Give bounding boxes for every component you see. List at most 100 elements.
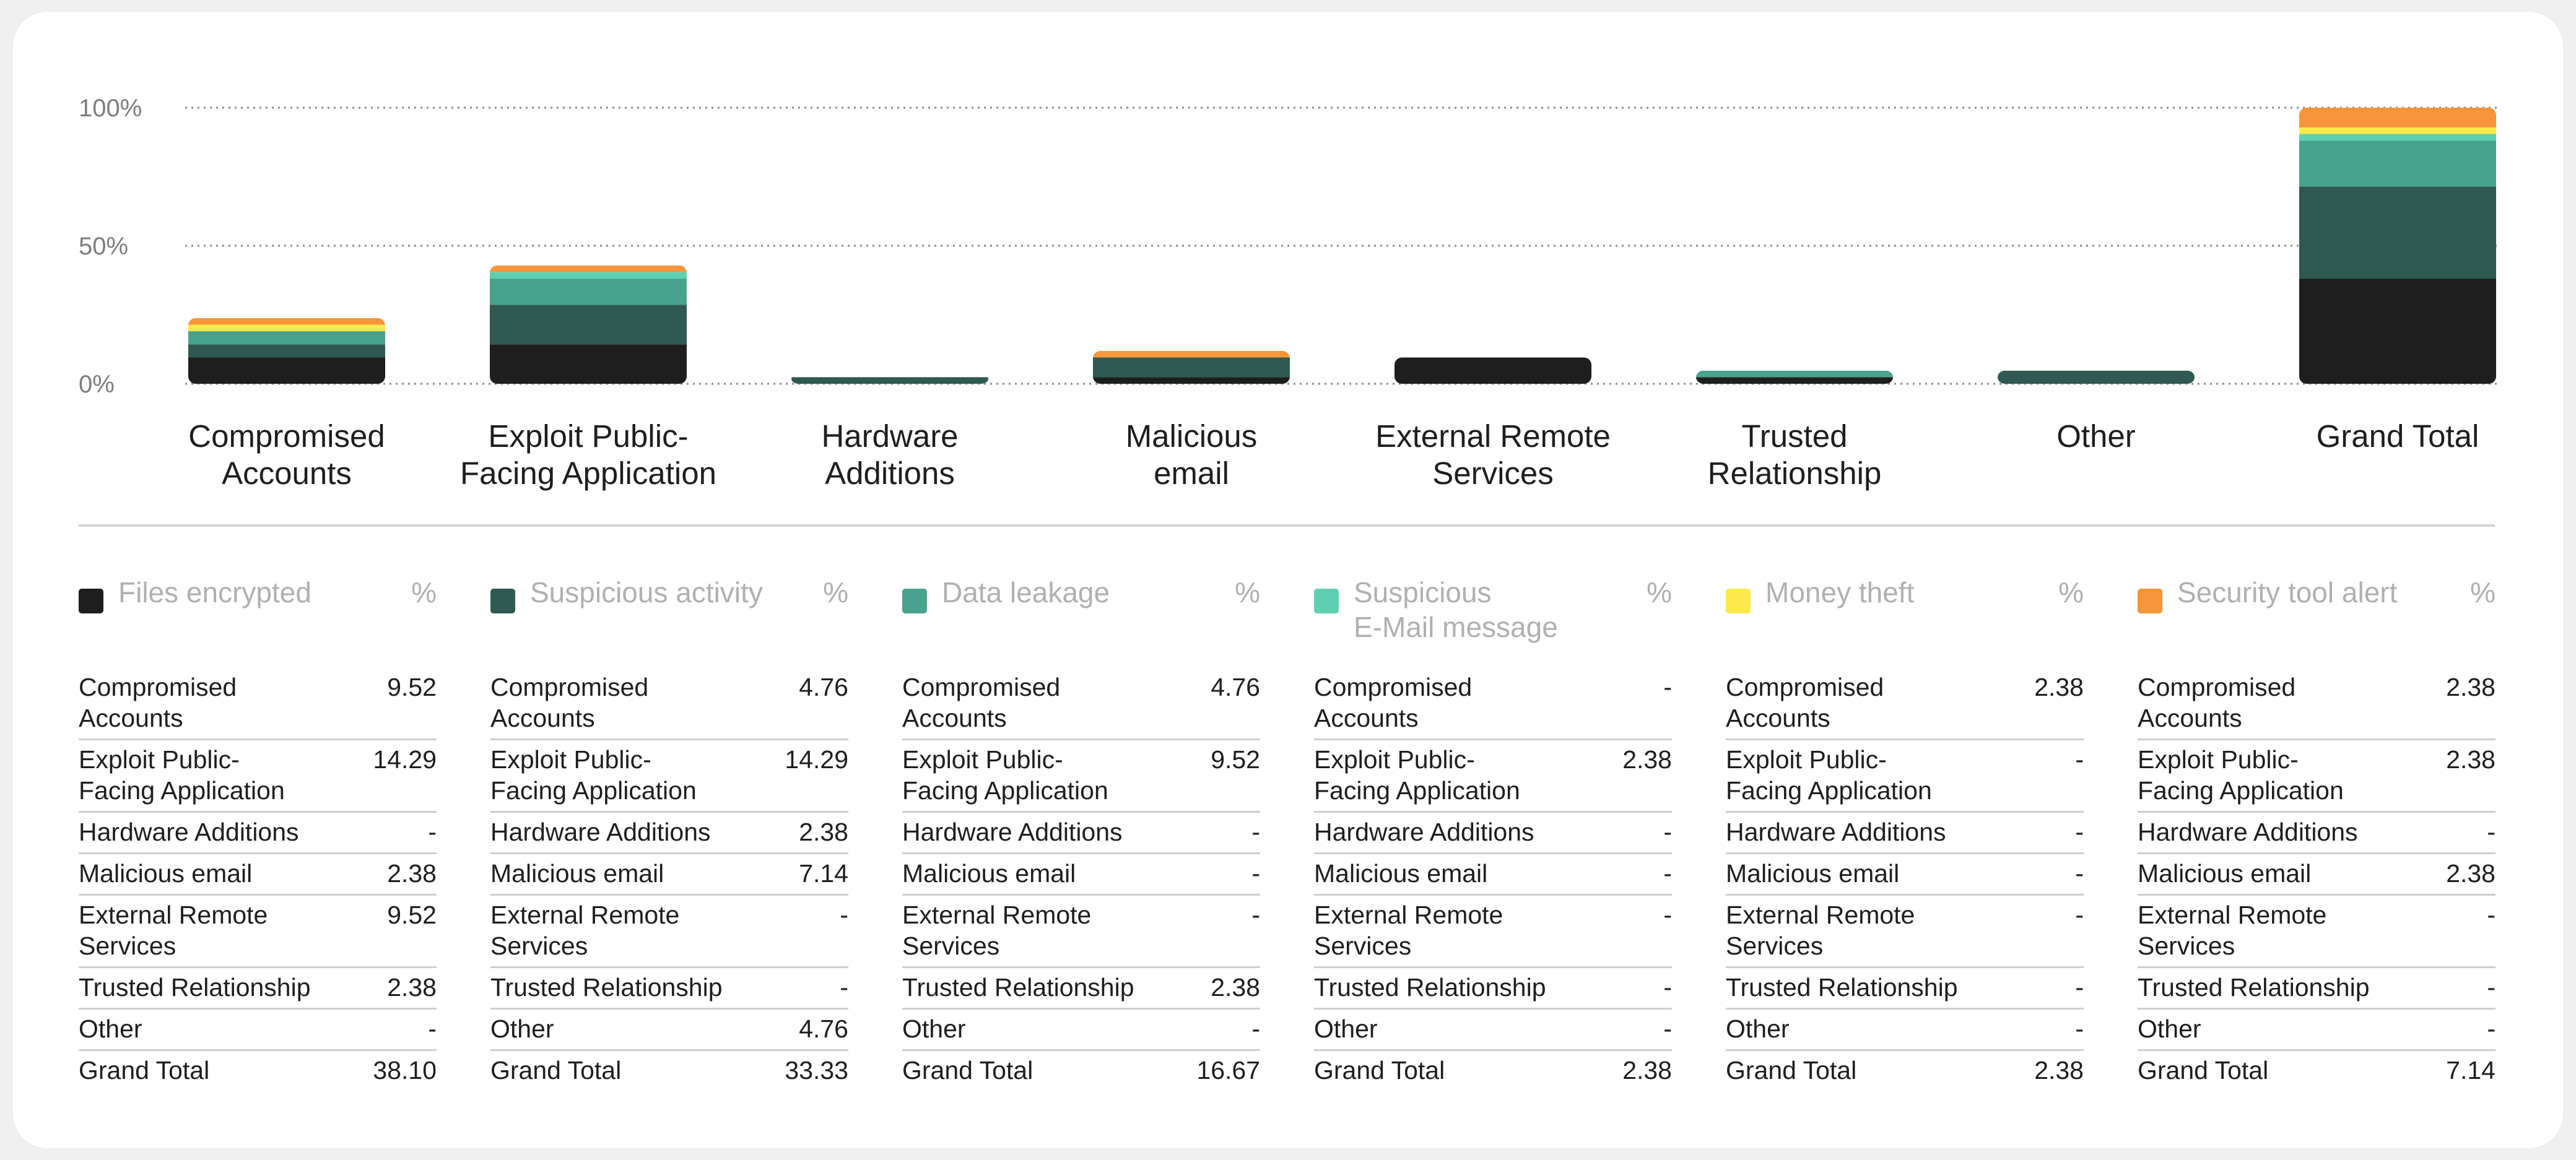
table-column: Security tool alert% Compromised Accounts… xyxy=(2138,575,2496,1091)
legend-swatch xyxy=(902,589,927,613)
row-value: - xyxy=(1251,901,1260,929)
row-label: Malicious email xyxy=(1314,859,1488,888)
row-value: 7.14 xyxy=(2446,1056,2496,1084)
table-row: Grand Total 2.38 xyxy=(1314,1049,1672,1091)
row-value: 2.38 xyxy=(799,818,848,846)
table-row: External Remote Services - xyxy=(1726,894,2084,966)
table-row: Exploit Public- Facing Application 14.29 xyxy=(490,738,848,811)
divider xyxy=(79,524,2495,527)
column-header: Files encrypted% xyxy=(79,575,437,668)
row-value: - xyxy=(2487,901,2496,929)
row-value: - xyxy=(1663,859,1672,888)
x-tick-label-line: Services xyxy=(1432,456,1554,491)
row-value: - xyxy=(840,973,848,1002)
row-label: Other xyxy=(2138,1015,2201,1043)
bar-segment xyxy=(791,377,988,384)
column-header: Suspicious activity% xyxy=(490,575,848,668)
bar-segment xyxy=(2299,279,2496,384)
row-value: - xyxy=(1663,673,1672,701)
bar-segment xyxy=(1696,370,1893,378)
bar-segment xyxy=(1696,377,1893,384)
x-tick-label-line: Trusted xyxy=(1741,418,1847,454)
row-label: Hardware Additions xyxy=(2138,818,2358,846)
column-rows: Compromised Accounts 4.76 Exploit Public- … xyxy=(902,668,1260,1091)
row-value: 2.38 xyxy=(387,859,437,888)
bar xyxy=(1395,357,1591,384)
bar-segment xyxy=(490,305,687,345)
row-label: Compromised Accounts xyxy=(2138,673,2296,732)
bar-segment xyxy=(1093,377,1290,384)
legend-swatch xyxy=(79,589,103,613)
row-label: Other xyxy=(79,1015,142,1043)
row-label: Trusted Relationship xyxy=(1726,973,1958,1002)
table-row: Malicious email 2.38 xyxy=(79,852,437,894)
row-label: Compromised Accounts xyxy=(902,673,1061,732)
legend-swatch xyxy=(1726,589,1751,613)
percent-header: % xyxy=(823,576,848,608)
legend-label: Suspicious activity xyxy=(530,576,763,608)
row-label: Malicious email xyxy=(490,859,664,888)
x-tick-label: Malicious email xyxy=(1126,418,1258,491)
bar xyxy=(1998,370,2195,384)
bar xyxy=(1093,350,1290,384)
row-label: Other xyxy=(1314,1015,1378,1043)
percent-header: % xyxy=(1647,576,1672,608)
y-tick-label: 100% xyxy=(79,95,142,122)
table-row: Malicious email 7.14 xyxy=(490,852,848,894)
row-value: - xyxy=(1663,818,1672,846)
legend-label: Suspicious E-Mail message xyxy=(1354,576,1558,643)
table-row: Trusted Relationship - xyxy=(1726,966,2084,1008)
row-value: - xyxy=(2487,973,2496,1002)
row-value: - xyxy=(428,1015,437,1043)
x-tick-label-line: Facing Application xyxy=(460,456,716,491)
table-row: Other - xyxy=(2138,1008,2496,1049)
table-row: Hardware Additions - xyxy=(902,811,1260,852)
row-value: - xyxy=(2075,1015,2084,1043)
x-tick-label-line: Relationship xyxy=(1708,456,1882,491)
row-label: Compromised Accounts xyxy=(490,673,649,732)
row-value: 9.52 xyxy=(1211,745,1260,774)
row-label: Grand Total xyxy=(1726,1056,1857,1084)
column-rows: Compromised Accounts 2.38 Exploit Public- … xyxy=(2138,668,2496,1091)
x-tick-label-line: Additions xyxy=(825,456,955,491)
column-header: Suspicious E-Mail message% xyxy=(1314,575,1672,668)
bar-segment xyxy=(490,279,687,305)
row-label: Trusted Relationship xyxy=(2138,973,2370,1002)
row-label: External Remote Services xyxy=(902,901,1092,960)
bar-segment xyxy=(1395,357,1591,384)
x-tick-label-line: External Remote xyxy=(1375,418,1611,454)
bar-segment xyxy=(2299,134,2496,141)
table-row: External Remote Services - xyxy=(490,894,848,966)
chart-card: 0% 50% 100% Compromised Accounts Exploit Publ… xyxy=(13,12,2563,1148)
percent-header: % xyxy=(1235,576,1260,608)
row-label: External Remote Services xyxy=(1726,901,1915,960)
row-label: Hardware Additions xyxy=(902,818,1123,846)
row-label: Exploit Public- Facing Application xyxy=(2138,745,2344,805)
row-label: Compromised Accounts xyxy=(1726,673,1884,732)
table-row: Grand Total 2.38 xyxy=(1726,1049,2084,1091)
percent-header: % xyxy=(411,576,437,608)
row-label: Trusted Relationship xyxy=(1314,973,1546,1002)
row-label: Trusted Relationship xyxy=(490,973,723,1002)
row-value: 2.38 xyxy=(2034,1056,2084,1084)
row-label: Malicious email xyxy=(1726,859,1900,888)
bar-segment xyxy=(1093,357,1290,378)
percent-header: % xyxy=(2470,576,2496,608)
table-row: Compromised Accounts 9.52 xyxy=(79,668,437,738)
table-row: Grand Total 16.67 xyxy=(902,1049,1260,1091)
table-row: Trusted Relationship 2.38 xyxy=(902,966,1260,1008)
table-row: Compromised Accounts 2.38 xyxy=(1726,668,2084,738)
table-row: Other 4.76 xyxy=(490,1008,848,1049)
table-column: Files encrypted% Compromised Accounts 9.52… xyxy=(79,575,437,1091)
legend-label: Security tool alert xyxy=(2177,576,2398,608)
legend-swatch xyxy=(490,589,515,613)
table-row: Other - xyxy=(1314,1008,1672,1049)
row-value: 16.67 xyxy=(1196,1056,1260,1084)
row-label: Grand Total xyxy=(1314,1056,1445,1084)
table-row: Hardware Additions - xyxy=(1314,811,1672,852)
column-rows: Compromised Accounts - Exploit Public- Fac… xyxy=(1314,668,1672,1091)
row-value: - xyxy=(2075,973,2084,1002)
table-row: Exploit Public- Facing Application - xyxy=(1726,738,2084,811)
table-row: Hardware Additions - xyxy=(79,811,437,852)
table-column: Money theft% Compromised Accounts 2.38 Expl… xyxy=(1726,575,2084,1091)
